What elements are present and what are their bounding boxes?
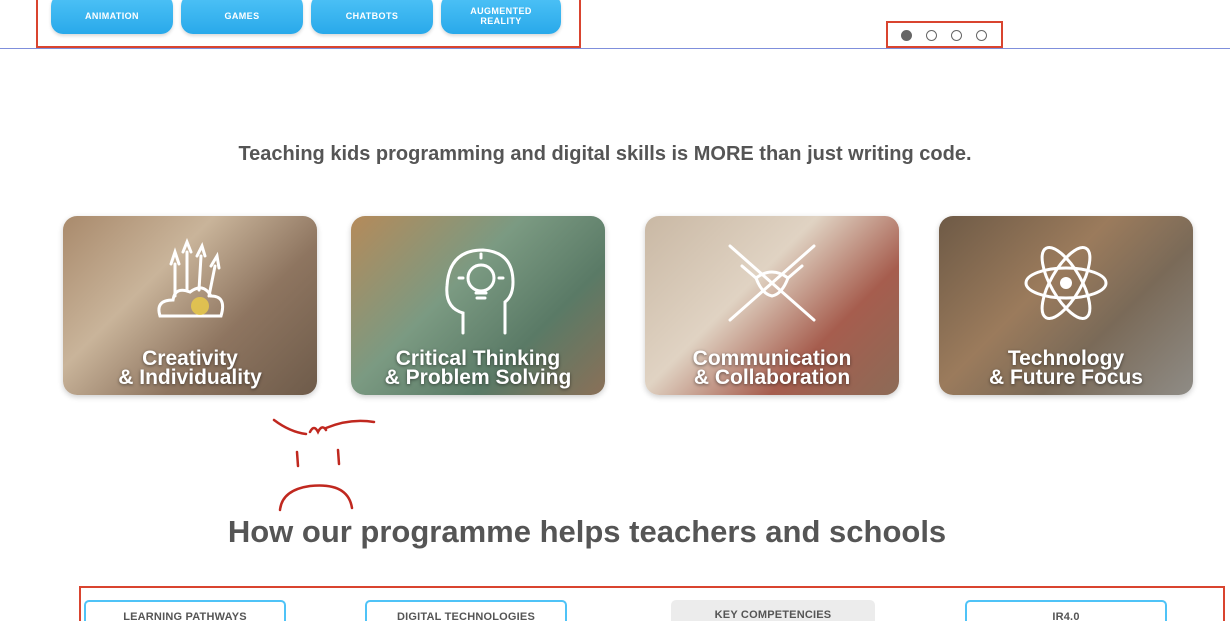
section-divider <box>0 48 1230 49</box>
skill-card-title: Creativity & Individuality <box>118 347 262 389</box>
skill-card-title: Critical Thinking & Problem Solving <box>384 347 572 389</box>
skill-card-creativity[interactable]: Creativity & Individuality <box>63 216 317 395</box>
category-button-augmented-reality[interactable]: AUGMENTED REALITY <box>441 0 561 34</box>
tab-digital-technologies[interactable]: DIGITAL TECHNOLOGIES <box>365 600 567 621</box>
category-button-chatbots[interactable]: CHATBOTS <box>311 0 433 34</box>
category-button-animation[interactable]: ANIMATION <box>51 0 173 34</box>
annotation-scribble <box>272 418 376 512</box>
tagline: Teaching kids programming and digital sk… <box>238 143 972 165</box>
paint-brushes-icon <box>157 238 225 318</box>
tab-key-competencies[interactable]: KEY COMPETENCIES <box>671 600 875 621</box>
carousel-dot-1[interactable] <box>901 30 912 41</box>
carousel-dots-highlight <box>886 21 1003 48</box>
carousel-dot-2[interactable] <box>926 30 937 41</box>
hands-together-icon <box>728 244 816 322</box>
carousel-dot-4[interactable] <box>976 30 987 41</box>
atom-icon <box>1024 246 1108 320</box>
section-heading: How our programme helps teachers and sch… <box>227 514 947 549</box>
category-button-games[interactable]: GAMES <box>181 0 303 34</box>
skill-card-title: Technology & Future Focus <box>988 347 1143 389</box>
skill-card-technology[interactable]: Technology & Future Focus <box>939 216 1193 395</box>
lightbulb-head-icon <box>445 248 515 335</box>
carousel-dot-3[interactable] <box>951 30 962 41</box>
skill-card-critical-thinking[interactable]: Critical Thinking & Problem Solving <box>351 216 605 395</box>
skill-card-communication[interactable]: Communication & Collaboration <box>645 216 899 395</box>
tab-ir40[interactable]: IR4.0 <box>965 600 1167 621</box>
tab-learning-pathways[interactable]: LEARNING PATHWAYS <box>84 600 286 621</box>
skill-card-title: Communication & Collaboration <box>692 347 852 389</box>
